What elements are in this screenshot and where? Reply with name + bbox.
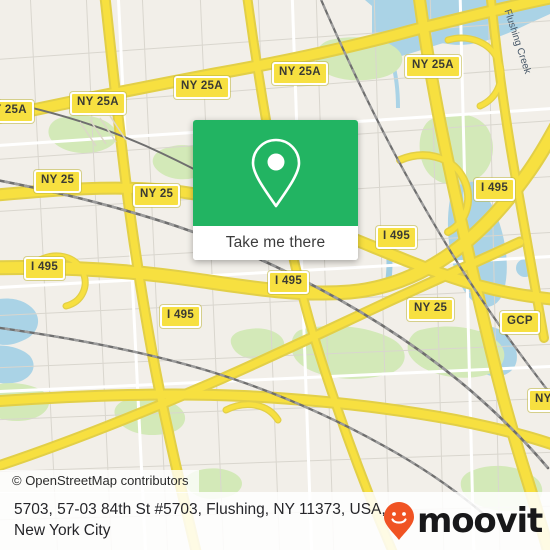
address-line-1: 5703, 57-03 84th St #5703, Flushing, NY … [14,501,386,519]
take-me-there-button[interactable]: Take me there [193,226,358,260]
road-shield: NY 25 [34,170,82,193]
road-shield: NY 25 [133,184,181,207]
moovit-smiley-pin-icon [383,502,414,540]
road-shield: NY 25A [0,100,34,123]
road-shield: I 495 [474,178,516,201]
moovit-logo[interactable]: moovit [383,501,543,541]
road-shield: I 495 [376,226,418,249]
map-canvas[interactable]: NY 25A NY 25A NY 25A NY 25A NY 25A NY 25… [0,0,550,550]
road-shield: NY 25A [272,62,328,85]
address-block: 5703, 57-03 84th St #5703, Flushing, NY … [0,500,386,541]
moovit-wordmark: moovit [416,501,543,541]
road-shield: NY 25A [70,92,126,115]
footer-bar: 5703, 57-03 84th St #5703, Flushing, NY … [0,492,550,550]
osm-attribution-text: © OpenStreetMap contributors [12,473,189,488]
osm-attribution[interactable]: © OpenStreetMap contributors [0,470,199,494]
road-shield: I 495 [268,271,310,294]
card-header [193,120,358,226]
road-shield: I 495 [160,305,202,328]
road-shield: NY [528,389,550,412]
road-shield: I 495 [24,257,66,280]
take-me-there-label: Take me there [225,234,326,251]
road-shield: NY 25 [407,298,455,321]
road-shield: GCP [500,311,540,334]
address-line-2: New York City [14,522,111,539]
location-callout-card[interactable]: Take me there [193,120,358,260]
road-shield: NY 25A [405,55,461,78]
map-pin-icon [251,138,300,208]
road-shield: NY 25A [174,76,230,99]
map-screen: NY 25A NY 25A NY 25A NY 25A NY 25A NY 25… [0,0,550,550]
